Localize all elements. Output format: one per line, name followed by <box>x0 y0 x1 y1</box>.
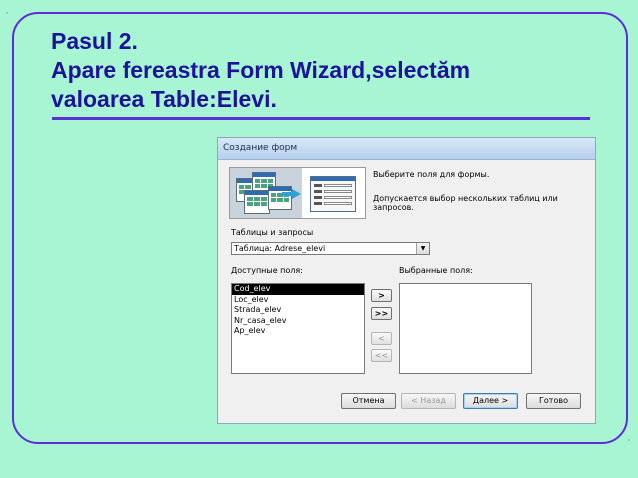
back-button[interactable]: < Назад <box>401 393 456 409</box>
list-item[interactable]: Nr_casa_elev <box>232 316 364 327</box>
corner-dot <box>6 12 8 14</box>
slide-title-line-1: Pasul 2. <box>51 28 138 54</box>
tables-label: Таблицы и запросы <box>231 228 314 237</box>
slide-title-line-3: valoarea Table:Elevi. <box>51 86 277 112</box>
remove-field-button[interactable]: < <box>371 332 392 345</box>
dropdown-arrow-icon[interactable]: ▼ <box>416 243 429 254</box>
instruction-text: Выберите поля для формы. <box>373 170 490 179</box>
table-window-icon <box>268 186 292 210</box>
list-item[interactable]: Cod_elev <box>232 284 364 295</box>
table-select[interactable]: Таблица: Adrese_elevi ▼ <box>231 242 430 255</box>
list-item[interactable]: Strada_elev <box>232 305 364 316</box>
list-item[interactable]: Loc_elev <box>232 295 364 306</box>
slide-title: Pasul 2. Apare fereastra Form Wizard,sel… <box>51 27 611 114</box>
arrow-head-icon <box>292 189 301 199</box>
available-fields-list[interactable]: Cod_elev Loc_elev Strada_elev Nr_casa_el… <box>231 283 365 374</box>
slide-title-line-2: Apare fereastra Form Wizard,selectăm <box>51 57 471 83</box>
available-fields-label: Доступные поля: <box>231 266 303 275</box>
tables-illustration-panel <box>230 168 302 218</box>
list-item[interactable]: Ap_elev <box>232 326 364 337</box>
corner-dot <box>628 439 630 441</box>
form-wizard-dialog: Создание форм Выберите поля для формы. Д… <box>217 137 596 424</box>
table-select-value: Таблица: Adrese_elevi <box>234 244 326 253</box>
dialog-title: Создание форм <box>218 138 595 160</box>
hint-text: Допускается выбор нескольких таблиц или … <box>373 194 558 212</box>
table-window-icon <box>244 190 270 214</box>
finish-button[interactable]: Готово <box>526 393 581 409</box>
selected-fields-label: Выбранные поля: <box>399 266 473 275</box>
add-all-fields-button[interactable]: >> <box>371 307 392 320</box>
next-button[interactable]: Далее > <box>463 393 518 409</box>
add-field-button[interactable]: > <box>371 289 392 302</box>
remove-all-fields-button[interactable]: << <box>371 349 392 362</box>
cancel-button[interactable]: Отмена <box>341 393 396 409</box>
form-window-icon <box>310 176 356 212</box>
selected-fields-list[interactable] <box>399 283 532 374</box>
wizard-illustration <box>229 167 366 219</box>
title-underline <box>52 117 590 120</box>
